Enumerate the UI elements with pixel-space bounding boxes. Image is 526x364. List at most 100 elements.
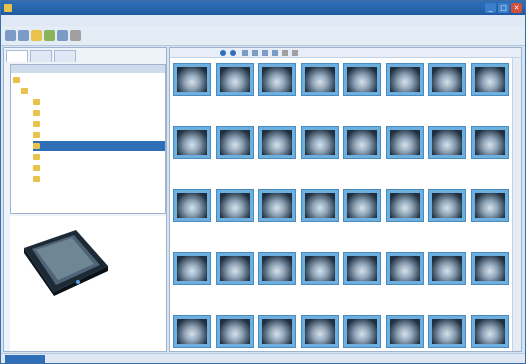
thumbnail-item[interactable] <box>426 59 467 121</box>
thumbnail-image <box>347 319 377 344</box>
thumbnail-frame <box>215 252 254 285</box>
minimize-button[interactable]: _ <box>485 3 496 13</box>
thumbnail-frame <box>173 126 211 159</box>
thumbnail-item[interactable] <box>256 122 297 184</box>
tree-node[interactable] <box>13 75 22 85</box>
settings-icon[interactable] <box>70 30 81 41</box>
thumbnail-item[interactable] <box>171 122 212 184</box>
folder-icon <box>33 142 40 149</box>
thumbnail-item[interactable] <box>171 311 212 351</box>
thumbnail-frame <box>428 252 466 285</box>
next-icon[interactable] <box>230 50 236 56</box>
thumbnail-image <box>262 130 292 155</box>
thumbnail-item[interactable] <box>469 248 510 310</box>
thumbnail-item[interactable] <box>469 185 510 247</box>
thumbnail-item[interactable] <box>214 248 255 310</box>
refresh-icon[interactable] <box>44 30 55 41</box>
thumbnail-item[interactable] <box>384 59 425 121</box>
thumbnail-item[interactable] <box>426 248 467 310</box>
tree-node[interactable] <box>33 97 42 107</box>
thumbnail-item[interactable] <box>299 122 340 184</box>
left-panel <box>3 47 167 352</box>
thumbnail-item[interactable] <box>256 311 297 351</box>
thumbnail-item[interactable] <box>299 311 340 351</box>
vertical-scrollbar[interactable] <box>512 58 521 351</box>
thumbnail-image <box>389 193 420 218</box>
thumbnail-item[interactable] <box>299 248 340 310</box>
tree-node-selected[interactable] <box>33 141 165 151</box>
thumbnail-item[interactable] <box>171 59 212 121</box>
close-button[interactable]: ✕ <box>511 3 522 13</box>
sort-icon[interactable] <box>262 50 268 56</box>
forward-icon[interactable] <box>18 30 29 41</box>
thumbnail-item[interactable] <box>426 122 467 184</box>
thumbnail-frame <box>470 189 509 222</box>
thumbnail-frame <box>215 63 254 96</box>
thumbnail-item[interactable] <box>469 122 510 184</box>
tab-search[interactable] <box>54 50 76 62</box>
tab-albums[interactable] <box>30 50 52 62</box>
thumbnail-frame <box>300 63 339 96</box>
thumbnail-item[interactable] <box>341 122 382 184</box>
thumbnail-item[interactable] <box>256 185 297 247</box>
tab-folders[interactable] <box>6 50 28 62</box>
thumbnail-item[interactable] <box>214 122 255 184</box>
tree-node[interactable] <box>33 174 42 184</box>
tree-node[interactable] <box>33 130 42 140</box>
thumbnail-item[interactable] <box>214 311 255 351</box>
thumbnail-image <box>304 67 335 92</box>
preview-pane <box>10 216 166 351</box>
thumbnail-item[interactable] <box>426 311 467 351</box>
thumbnail-item[interactable] <box>214 185 255 247</box>
thumbnail-image <box>474 256 505 281</box>
thumbnail-item[interactable] <box>469 311 510 351</box>
view-icon[interactable] <box>252 50 258 56</box>
thumbnail-item[interactable] <box>384 185 425 247</box>
thumbnail-frame <box>385 315 424 348</box>
thumbnail-item[interactable] <box>299 185 340 247</box>
folder-tree <box>10 64 166 214</box>
thumbnail-item[interactable] <box>341 248 382 310</box>
filter-icon[interactable] <box>272 50 278 56</box>
thumbnail-item[interactable] <box>384 122 425 184</box>
thumbnail-item[interactable] <box>426 185 467 247</box>
thumbnail-item[interactable] <box>341 311 382 351</box>
thumbnail-frame <box>258 189 296 222</box>
tree-node[interactable] <box>21 86 30 96</box>
maximize-button[interactable]: □ <box>498 3 509 13</box>
thumbnail-frame <box>215 126 254 159</box>
folder-icon <box>33 120 40 127</box>
thumbnail-frame <box>343 252 381 285</box>
thumbnail-item[interactable] <box>341 185 382 247</box>
thumbnail-item[interactable] <box>171 248 212 310</box>
thumbnail-image <box>432 67 462 92</box>
thumbnail-image <box>304 256 335 281</box>
thumbnail-image <box>262 319 292 344</box>
thumbnail-item[interactable] <box>256 59 297 121</box>
tree-node[interactable] <box>33 163 42 173</box>
thumbnail-item[interactable] <box>214 59 255 121</box>
app-icon <box>4 4 12 12</box>
back-icon[interactable] <box>5 30 16 41</box>
delete-icon[interactable] <box>292 50 298 56</box>
thumbnail-item[interactable] <box>384 311 425 351</box>
thumbnail-item[interactable] <box>384 248 425 310</box>
thumbnail-frame <box>470 252 509 285</box>
tree-node[interactable] <box>33 108 42 118</box>
up-icon[interactable] <box>31 30 42 41</box>
tree-node[interactable] <box>33 152 42 162</box>
thumbnail-item[interactable] <box>256 248 297 310</box>
thumbnail-item[interactable] <box>341 59 382 121</box>
thumbnail-item[interactable] <box>299 59 340 121</box>
prev-icon[interactable] <box>220 50 226 56</box>
up-icon[interactable] <box>242 50 248 56</box>
thumbnail-image <box>347 130 377 155</box>
thumbnail-image <box>177 319 207 344</box>
print-icon[interactable] <box>282 50 288 56</box>
scan-icon[interactable] <box>57 30 68 41</box>
thumbnail-frame <box>173 252 211 285</box>
thumbnail-image <box>219 256 250 281</box>
tree-node[interactable] <box>33 119 42 129</box>
thumbnail-item[interactable] <box>469 59 510 121</box>
thumbnail-item[interactable] <box>171 185 212 247</box>
